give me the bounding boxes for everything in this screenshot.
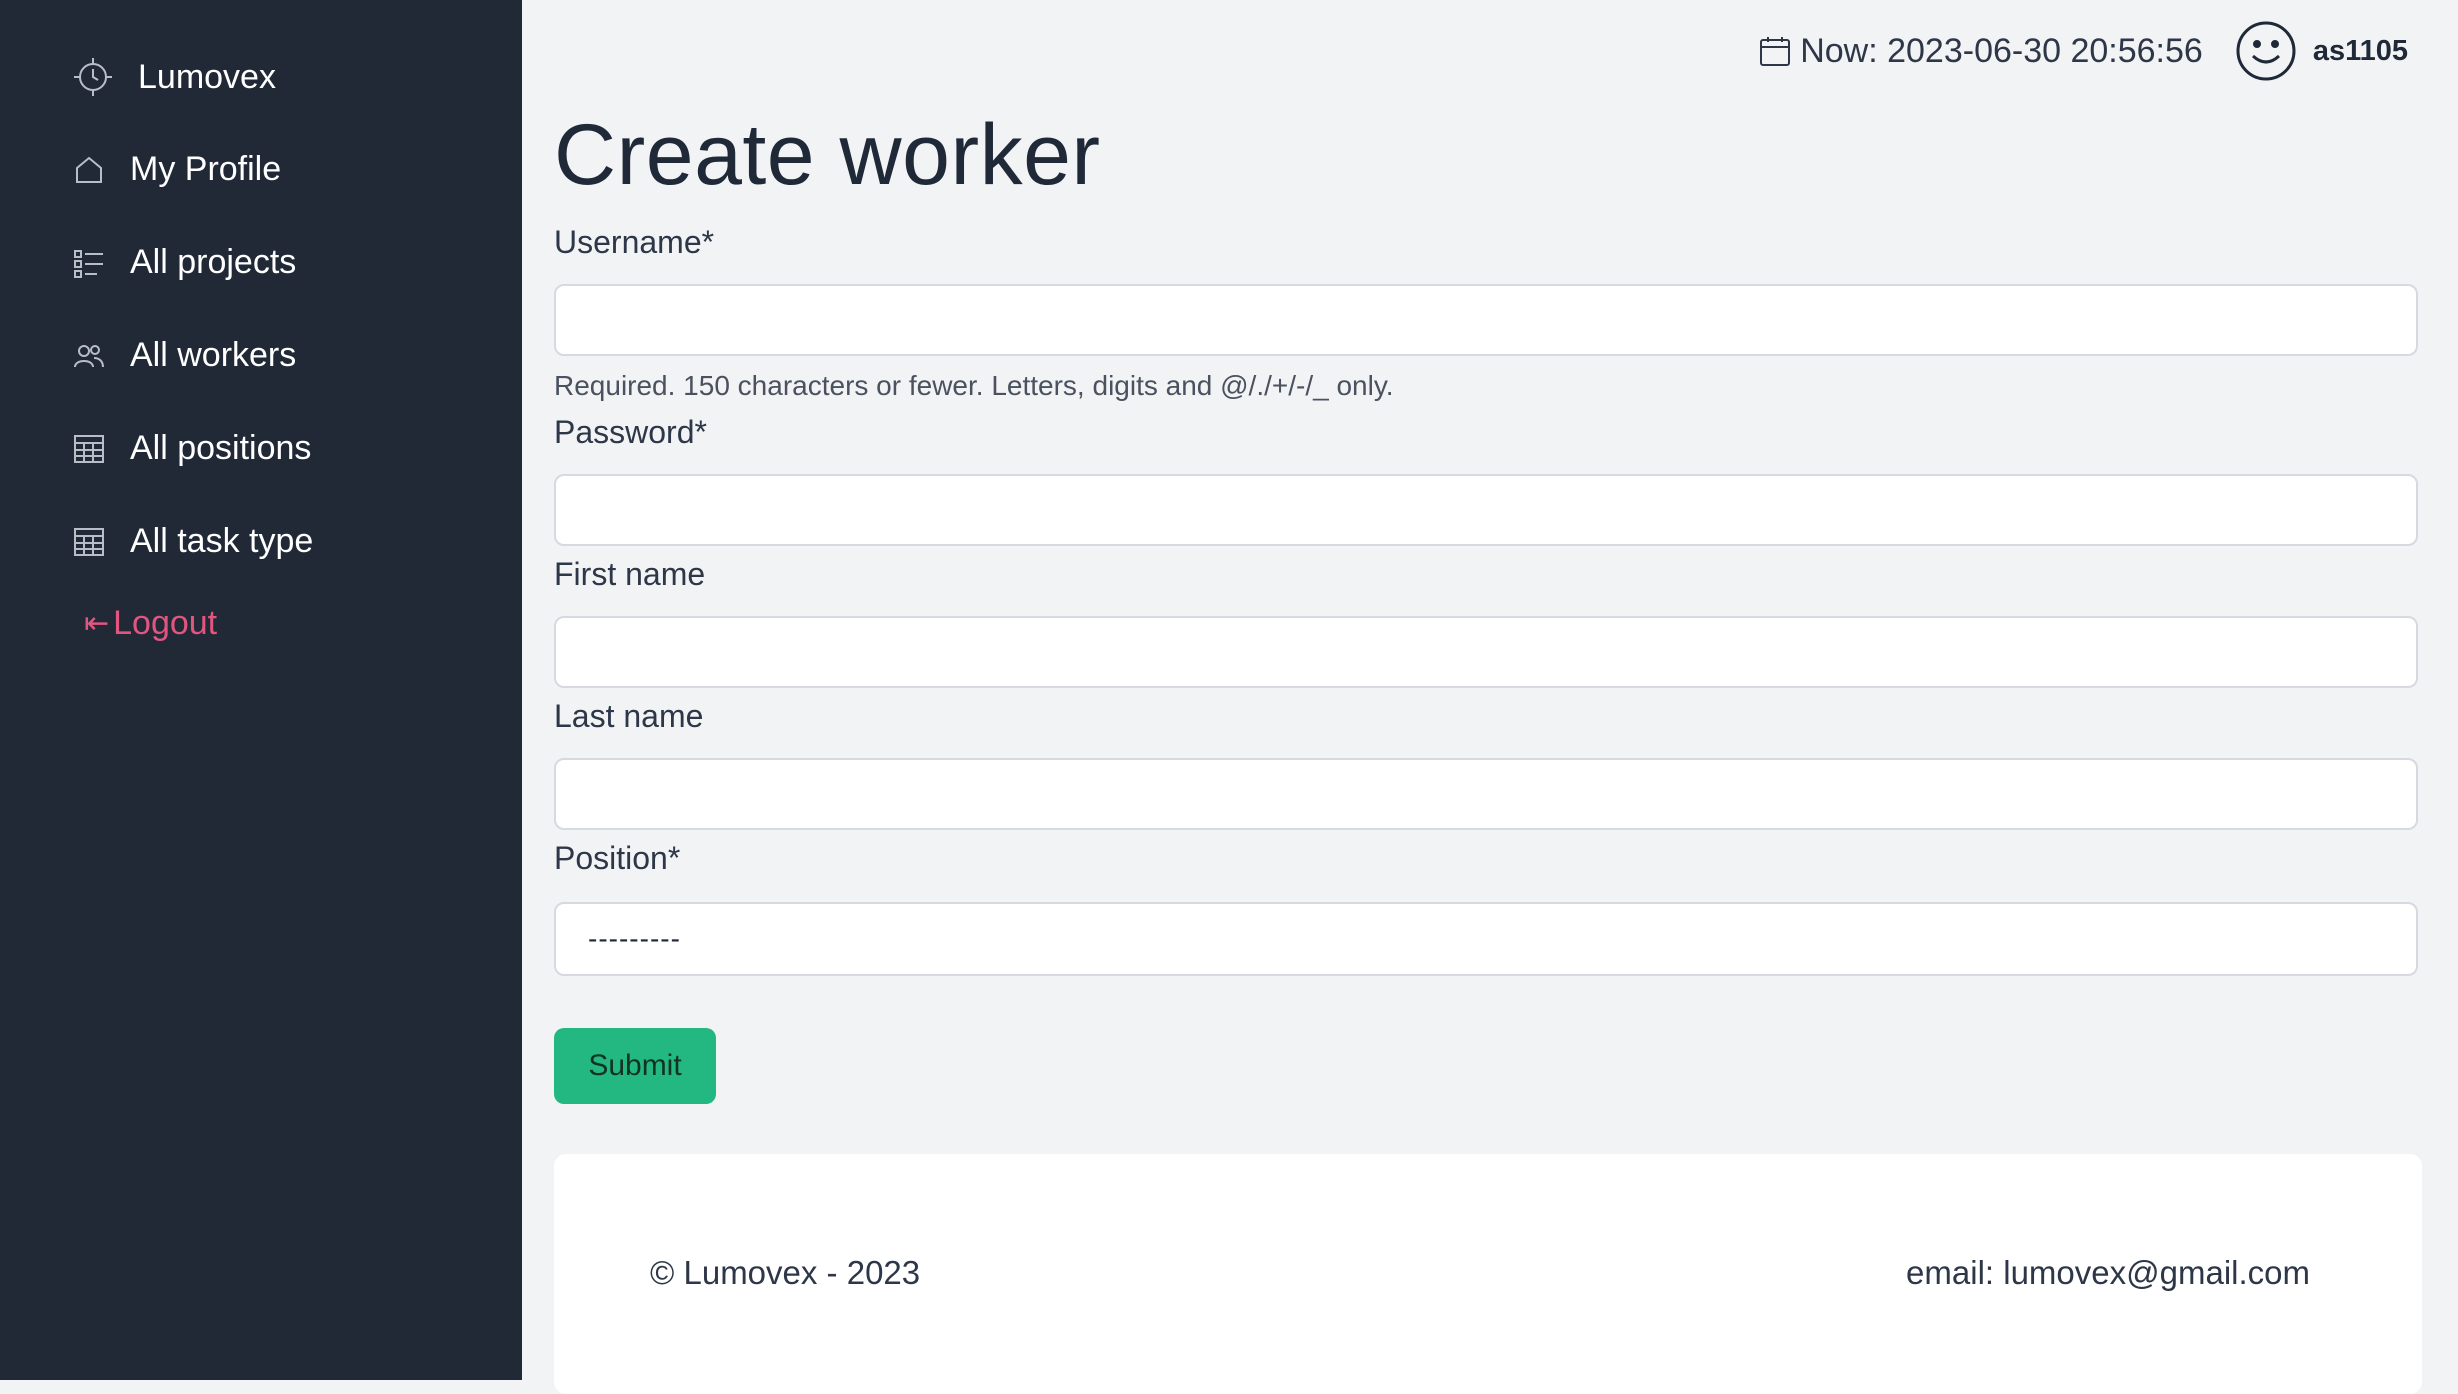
footer: © Lumovex - 2023 email: lumovex@gmail.co… [554,1154,2422,1394]
topbar: Now: 2023-06-30 20:56:56 as1105 [1758,20,2408,82]
sidebar-item-label: All workers [130,336,297,374]
last-name-label: Last name [554,698,704,734]
footer-email[interactable]: email: lumovex@gmail.com [1906,1254,2310,1292]
sidebar-item-all-workers[interactable]: All workers [72,336,296,375]
first-name-label: First name [554,556,706,592]
sidebar-item-label: All positions [130,429,312,467]
table-icon [72,525,106,559]
users-icon [72,339,106,373]
logout-arrow-icon: ⇤ [84,607,110,640]
crosshair-clock-icon [72,56,114,98]
submit-button[interactable]: Submit [554,1028,716,1104]
username-label[interactable]: as1105 [2313,35,2408,68]
smiley-avatar-icon[interactable] [2235,20,2297,82]
password-input[interactable] [554,474,2418,546]
brand-link[interactable]: Lumovex [72,56,276,98]
current-datetime: Now: 2023-06-30 20:56:56 [1800,31,2203,70]
logout-link[interactable]: ⇤ Logout [84,604,217,643]
footer-copyright: © Lumovex - 2023 [650,1254,921,1291]
last-name-input[interactable] [554,758,2418,830]
username-label: Username* [554,224,715,260]
sidebar-item-label: My Profile [130,150,282,188]
password-label: Password* [554,414,707,450]
sidebar-item-label: All projects [130,243,297,281]
table-icon [72,432,106,466]
checklist-icon [72,246,106,280]
home-icon [72,153,106,187]
sidebar-item-all-projects[interactable]: All projects [72,243,296,282]
page-title: Create worker [554,107,1101,203]
sidebar: Lumovex My Profile All projects All work… [0,0,522,1380]
position-select[interactable]: --------- [554,902,2418,976]
brand-label: Lumovex [138,57,276,96]
first-name-input[interactable] [554,616,2418,688]
position-selected-value: --------- [588,923,681,954]
calendar-icon [1760,37,1791,66]
logout-label: Logout [113,604,218,642]
position-label: Position* [554,840,681,876]
sidebar-item-all-task-type[interactable]: All task type [72,522,313,561]
sidebar-item-my-profile[interactable]: My Profile [72,150,281,189]
sidebar-item-all-positions[interactable]: All positions [72,429,311,468]
sidebar-item-label: All task type [130,522,314,560]
username-input[interactable] [554,284,2418,356]
username-helptext: Required. 150 characters or fewer. Lette… [554,370,1394,401]
